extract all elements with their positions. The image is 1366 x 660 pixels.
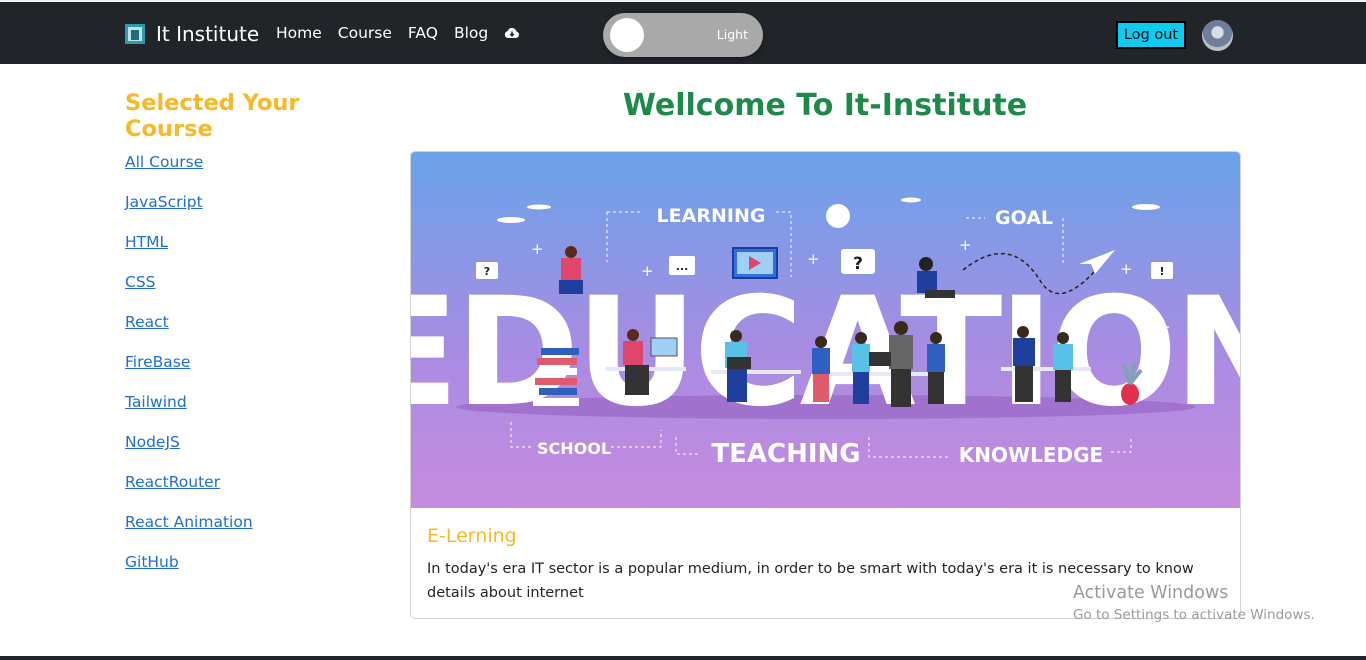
activate-windows-title: Activate Windows <box>1073 583 1229 603</box>
course-link-nodejs[interactable]: NodeJS <box>125 432 375 472</box>
hero-word-learning: LEARNING <box>657 205 766 227</box>
education-illustration: EDUCATION LEARNING GOAL SCHOOL TEACHING … <box>411 152 1240 508</box>
page-title: Wellcome To It-Institute <box>622 88 1028 123</box>
hero-word-teaching: TEACHING <box>711 439 860 469</box>
course-sidebar: Selected Your Course All Course JavaScri… <box>125 90 375 592</box>
course-card: EDUCATION LEARNING GOAL SCHOOL TEACHING … <box>410 151 1241 619</box>
card-title: E-Lerning <box>427 525 517 547</box>
cloud-download-icon[interactable] <box>504 26 520 40</box>
hero-word-knowledge: KNOWLEDGE <box>959 443 1103 467</box>
course-link-reactrouter[interactable]: ReactRouter <box>125 472 375 512</box>
course-link-all[interactable]: All Course <box>125 152 375 192</box>
course-link-html[interactable]: HTML <box>125 232 375 272</box>
theme-toggle[interactable]: Light <box>603 13 763 57</box>
nav-blog-link[interactable]: Blog <box>454 24 488 42</box>
course-link-css[interactable]: CSS <box>125 272 375 312</box>
theme-toggle-knob[interactable] <box>610 18 644 52</box>
logout-button[interactable]: Log out <box>1116 21 1186 49</box>
top-navbar: It Institute Home Course FAQ Blog Light … <box>0 0 1366 64</box>
education-illustration-art: EDUCATION LEARNING GOAL SCHOOL TEACHING … <box>411 197 1240 469</box>
svg-text:?: ? <box>853 254 863 274</box>
hero-word-school: SCHOOL <box>537 439 611 458</box>
svg-text:+: + <box>1120 260 1133 278</box>
course-link-javascript[interactable]: JavaScript <box>125 192 375 232</box>
svg-text:+: + <box>641 262 654 280</box>
user-avatar[interactable] <box>1202 20 1233 51</box>
course-link-react[interactable]: React <box>125 312 375 352</box>
sidebar-title: Selected Your Course <box>125 90 300 142</box>
activate-windows-subtitle: Go to Settings to activate Windows. <box>1073 607 1315 623</box>
svg-text:+: + <box>1148 370 1161 388</box>
brand-logo-icon <box>125 24 145 44</box>
svg-text:+: + <box>959 236 972 254</box>
theme-toggle-label: Light <box>716 27 748 42</box>
brand-name: It Institute <box>156 22 260 46</box>
course-link-firebase[interactable]: FireBase <box>125 352 375 392</box>
svg-text:+: + <box>471 314 484 332</box>
svg-text:?: ? <box>484 265 490 278</box>
nav-home-link[interactable]: Home <box>276 24 322 42</box>
page-bottom-border <box>0 656 1366 660</box>
svg-text:...: ... <box>676 260 689 273</box>
course-link-github[interactable]: GitHub <box>125 552 375 592</box>
svg-text:!: ! <box>1159 265 1164 278</box>
course-link-tailwind[interactable]: Tailwind <box>125 392 375 432</box>
svg-text:+: + <box>1158 318 1171 336</box>
svg-text:+: + <box>531 240 544 258</box>
svg-text:+: + <box>483 352 496 370</box>
hero-word-goal: GOAL <box>995 207 1053 229</box>
svg-text:+: + <box>807 250 820 268</box>
nav-course-link[interactable]: Course <box>338 24 392 42</box>
nav-links: Home Course FAQ Blog <box>276 24 520 42</box>
brand[interactable]: It Institute <box>125 22 259 46</box>
course-link-react-animation[interactable]: React Animation <box>125 512 375 552</box>
nav-faq-link[interactable]: FAQ <box>408 24 438 42</box>
